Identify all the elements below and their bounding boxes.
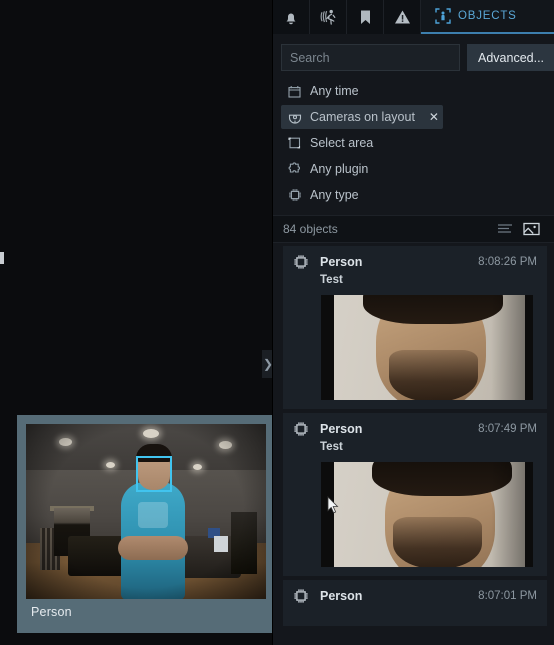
list-item-header: Person 8:08:26 PM [293,253,537,271]
list-item-time: 8:08:26 PM [478,256,537,268]
list-item-title: Person [320,589,363,603]
filter-any-time[interactable]: Any time [281,79,546,103]
results-count: 84 objects [283,222,338,236]
list-item-title: Person [320,255,363,269]
thumbnail-letterbox-right [524,295,533,400]
bell-icon [283,9,299,26]
list-item-subtitle: Test [320,274,343,286]
chip-type-icon [287,188,302,203]
tab-objects-label: OBJECTS [458,10,517,22]
list-item[interactable]: Person 8:07:49 PM Test [283,413,547,576]
list-item-subtitle: Test [320,441,343,453]
scene-vignette [26,424,266,599]
filter-any-plugin[interactable]: Any plugin [281,157,546,181]
list-view-icon[interactable] [492,219,518,239]
camera-dome-icon [287,110,302,125]
search-row: Advanced... [273,34,554,77]
objects-list[interactable]: Person 8:08:26 PM Test Person 8:07:49 PM… [273,246,554,645]
list-item-header: Person 8:07:49 PM [293,420,537,438]
filter-label: Any type [310,188,359,202]
video-scene [26,424,266,599]
tab-bookmarks[interactable] [347,0,384,34]
bookmark-icon [359,9,372,26]
list-item[interactable]: Person 8:07:01 PM [283,580,547,626]
camera-video[interactable] [26,424,266,599]
list-item-thumbnail[interactable] [321,462,533,567]
list-item-title: Person [320,422,363,436]
puzzle-plugin-icon [287,162,302,177]
close-icon[interactable]: ✕ [429,110,439,124]
filter-label: Any plugin [310,162,369,176]
filter-label: Select area [310,136,374,150]
motion-person-icon [319,8,338,26]
chip-type-icon [293,253,311,271]
advanced-button[interactable]: Advanced... [467,44,554,71]
panel-tabbar: OBJECTS [273,0,554,34]
warning-triangle-icon [394,9,411,25]
camera-tile-label: Person [31,605,72,619]
list-item[interactable]: Person 8:08:26 PM Test [283,246,547,409]
face-detection-box [136,456,172,492]
list-item-thumbnail[interactable] [321,295,533,400]
app-root: Person ❯ [0,0,554,645]
list-item-header: Person 8:07:01 PM [293,587,537,605]
results-count-bar: 84 objects [273,215,554,243]
tab-events[interactable] [384,0,421,34]
chip-type-icon [293,420,311,438]
tab-notifications[interactable] [273,0,310,34]
video-stage: Person ❯ [0,0,272,645]
filter-any-type[interactable]: Any type [281,183,546,207]
filter-label: Cameras on layout [310,110,415,124]
list-item-time: 8:07:01 PM [478,590,537,602]
thumbnail-beard [393,516,483,567]
person-detect-icon [435,8,451,24]
list-item-time: 8:07:49 PM [478,423,537,435]
thumbnail-letterbox-left [321,462,334,567]
thumbnail-beard [388,349,478,400]
filter-cameras-on-layout[interactable]: Cameras on layout ✕ [281,105,443,129]
right-panel: OBJECTS Advanced... Any time [272,0,554,645]
search-input[interactable] [281,44,460,71]
camera-tile[interactable]: Person [17,415,272,633]
tab-motion[interactable] [310,0,347,34]
filter-list: Any time Cameras on layout ✕ Select area [273,77,554,215]
tab-objects[interactable]: OBJECTS [421,0,554,34]
chevron-right-icon[interactable]: ❯ [262,350,272,378]
stage-edge-marker [0,252,4,264]
filter-label: Any time [310,84,359,98]
select-area-icon [287,136,302,151]
calendar-icon [287,84,302,99]
thumbnail-letterbox-left [321,295,334,400]
chip-type-icon [293,587,311,605]
thumbnail-view-icon[interactable] [518,219,544,239]
thumbnail-letterbox-right [524,462,533,567]
filter-select-area[interactable]: Select area [281,131,546,155]
